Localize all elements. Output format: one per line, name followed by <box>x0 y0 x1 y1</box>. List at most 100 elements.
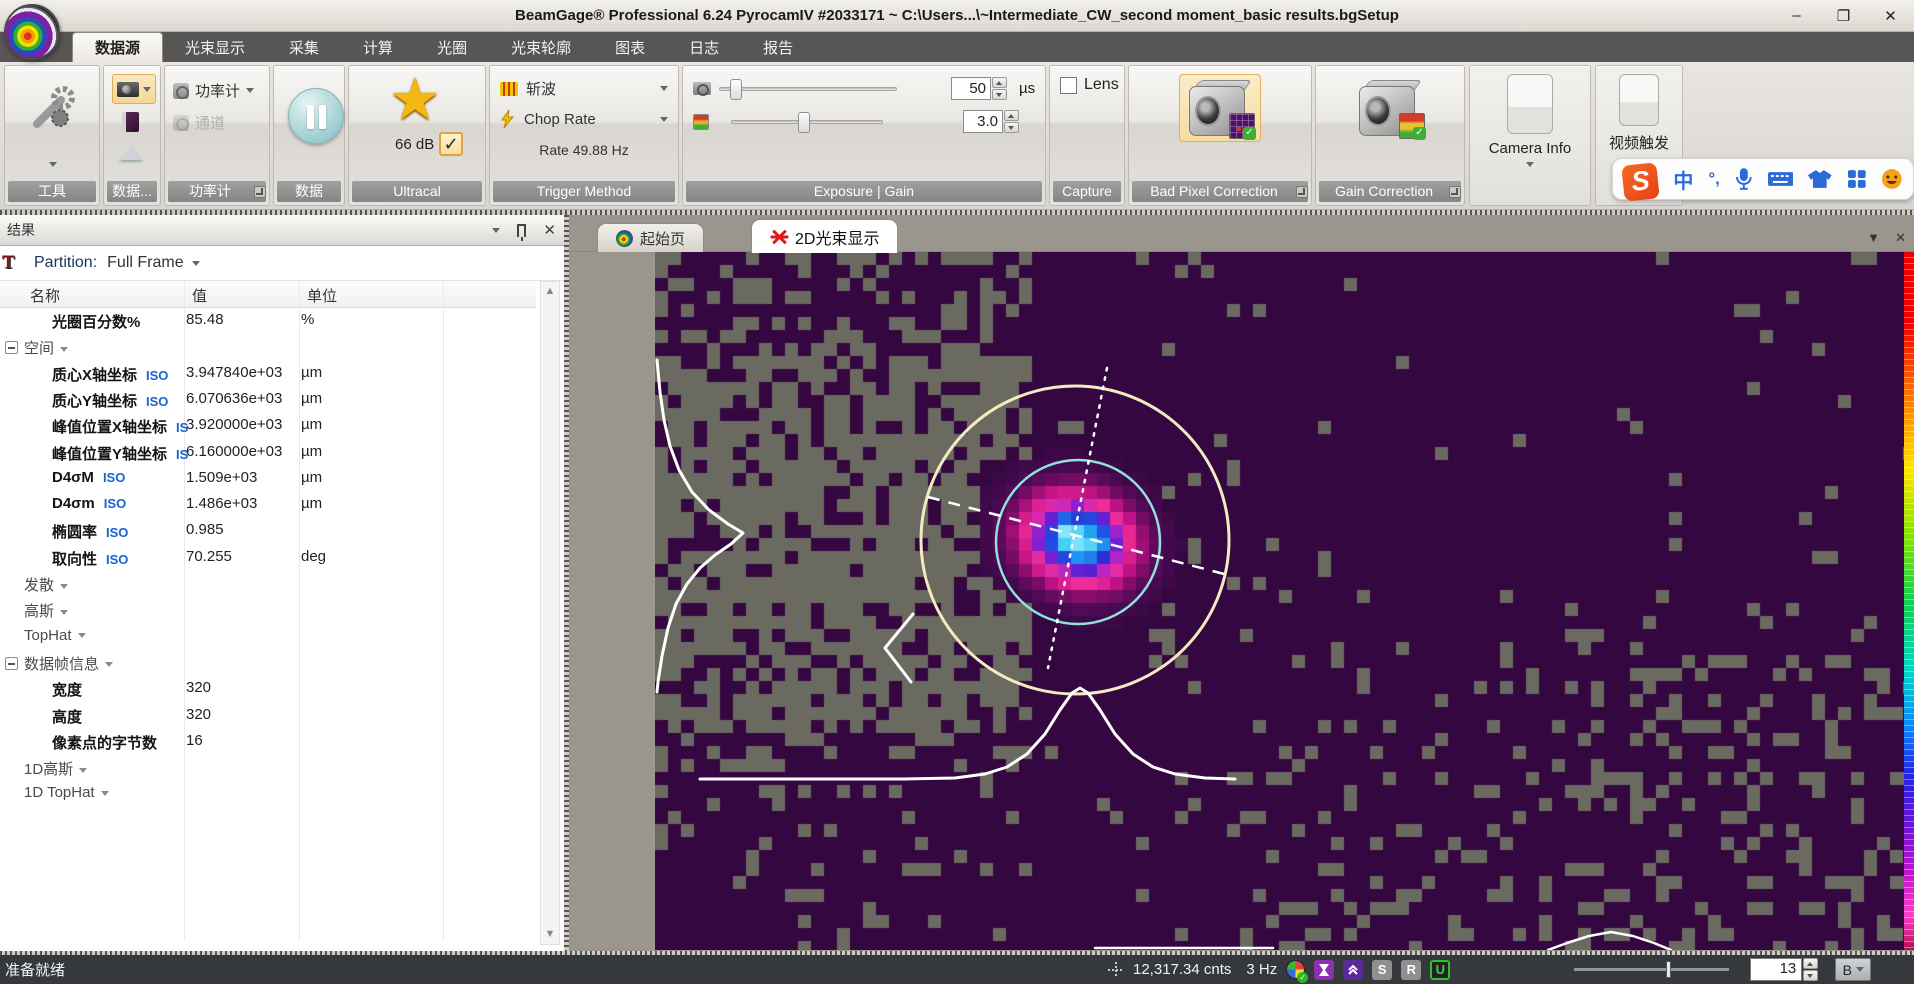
wrench-gear-icon[interactable] <box>27 84 79 136</box>
scroll-down-icon[interactable]: ▼ <box>542 926 558 943</box>
gain-slider-thumb[interactable] <box>798 112 810 133</box>
ime-punctuation-toggle[interactable]: °, <box>1708 169 1720 189</box>
lens-checkbox[interactable] <box>1060 77 1077 94</box>
result-row-4[interactable]: 峰值位置X轴坐标IS3.920000e+03µm <box>0 413 536 439</box>
chop-dropdown-arrow[interactable] <box>660 86 668 91</box>
result-row-15[interactable]: 高度320 <box>0 703 536 729</box>
prism-source-icon[interactable] <box>119 146 143 160</box>
exposure-slider-thumb[interactable] <box>730 79 742 100</box>
group-row-label[interactable]: 1D高斯 <box>24 758 87 779</box>
ultracal-star-icon[interactable]: ★ <box>389 70 441 130</box>
menu-tab-0[interactable]: 数据源 <box>72 32 163 62</box>
group-label-exposure-gain[interactable]: Exposure | Gain <box>686 181 1042 202</box>
power-meter-dialog-launcher[interactable] <box>254 186 266 198</box>
chop-rate-dropdown-arrow[interactable] <box>660 117 668 122</box>
column-value[interactable]: 值 <box>192 285 207 306</box>
beam-image-canvas[interactable] <box>655 252 1904 950</box>
chop-rate-item[interactable]: Chop Rate <box>500 110 668 128</box>
gain-spin-up[interactable] <box>1004 110 1019 121</box>
menu-tab-7[interactable]: 日志 <box>667 32 741 62</box>
panel-menu-arrow-icon[interactable] <box>492 228 500 233</box>
collapse-expander-icon[interactable] <box>5 341 18 354</box>
group-label-power-meter[interactable]: 功率计 <box>168 181 266 202</box>
s-status-badge[interactable]: S <box>1372 960 1392 980</box>
tab-2d-beam-display[interactable]: 2D光束显示 <box>751 219 898 253</box>
group-label-tools[interactable]: 工具 <box>8 181 96 202</box>
group-label-data[interactable]: 数据 <box>277 181 341 202</box>
color-scale-bar[interactable] <box>1904 252 1914 950</box>
gain-slider[interactable] <box>731 120 883 124</box>
u-status-badge[interactable]: U <box>1430 960 1450 980</box>
group-dropdown-arrow[interactable] <box>78 633 86 638</box>
gain-value-input[interactable]: 3.0 <box>963 110 1003 133</box>
result-row-8[interactable]: 椭圆率ISO0.985 <box>0 518 536 544</box>
minimize-button[interactable]: – <box>1773 0 1820 31</box>
power-meter-dropdown-arrow[interactable] <box>246 88 254 93</box>
column-name[interactable]: 名称 <box>30 285 60 306</box>
menu-tab-2[interactable]: 采集 <box>267 32 341 62</box>
chop-item[interactable]: 斩波 <box>500 78 668 99</box>
menu-tab-5[interactable]: 光束轮廓 <box>489 32 593 62</box>
pin-icon[interactable] <box>517 224 526 237</box>
menu-tab-6[interactable]: 图表 <box>593 32 667 62</box>
microphone-icon[interactable] <box>1735 167 1753 191</box>
beam-display-2d[interactable] <box>655 252 1904 950</box>
gain-spin-down[interactable] <box>1004 122 1019 133</box>
sogou-logo-icon[interactable]: S <box>1621 162 1660 202</box>
result-row-5[interactable]: 峰值位置Y轴坐标IS6.160000e+03µm <box>0 440 536 466</box>
result-row-3[interactable]: 质心Y轴坐标ISO6.070636e+03µm <box>0 387 536 413</box>
maximize-button[interactable]: ❐ <box>1820 0 1867 31</box>
close-button[interactable]: ✕ <box>1867 0 1914 31</box>
group-label-bad-pixel[interactable]: Bad Pixel Correction <box>1132 181 1308 202</box>
results-panel-header[interactable]: 结果 ✕ <box>0 215 564 246</box>
menu-tab-1[interactable]: 光束显示 <box>163 32 267 62</box>
group-dropdown-arrow[interactable] <box>60 347 68 352</box>
exposure-slider[interactable] <box>719 87 897 91</box>
group-dropdown-arrow[interactable] <box>101 791 109 796</box>
bad-pixel-correction-button[interactable]: ✓ <box>1179 74 1261 142</box>
result-row-1[interactable]: 空间 <box>0 334 536 360</box>
zoom-spin-down[interactable] <box>1803 970 1818 981</box>
tools-dropdown-arrow[interactable] <box>49 162 57 167</box>
channel-item[interactable]: 通道 <box>173 112 225 133</box>
camera-info-dropdown-arrow[interactable] <box>1526 162 1534 167</box>
group-row-label[interactable]: 高斯 <box>24 600 68 621</box>
result-row-2[interactable]: 质心X轴坐标ISO3.947840e+03µm <box>0 361 536 387</box>
panel-close-icon[interactable]: ✕ <box>543 215 556 246</box>
file-source-icon[interactable] <box>122 112 139 132</box>
result-row-14[interactable]: 宽度320 <box>0 676 536 702</box>
gain-correction-dialog-launcher[interactable] <box>1449 186 1461 198</box>
group-row-label[interactable]: 发散 <box>24 574 68 595</box>
r-status-badge[interactable]: R <box>1401 960 1421 980</box>
hourglass-status-icon[interactable] <box>1314 960 1334 980</box>
group-label-data-source[interactable]: 数据... <box>107 181 157 202</box>
zoom-slider-thumb[interactable] <box>1666 961 1671 978</box>
priority-chevrons-icon[interactable] <box>1343 960 1363 980</box>
partition-value[interactable]: Full Frame <box>107 254 183 272</box>
result-row-13[interactable]: 数据帧信息 <box>0 650 536 676</box>
menu-tab-8[interactable]: 报告 <box>741 32 815 62</box>
collapse-expander-icon[interactable] <box>5 657 18 670</box>
tab-list-chevron-icon[interactable]: ▼ <box>1867 230 1880 245</box>
group-label-ultracal[interactable]: Ultracal <box>352 181 482 202</box>
group-row-label[interactable]: 空间 <box>24 337 68 358</box>
column-unit[interactable]: 单位 <box>307 285 337 306</box>
zoom-slider[interactable] <box>1574 968 1729 971</box>
result-row-12[interactable]: TopHat <box>0 624 536 650</box>
camera-dropdown-arrow[interactable] <box>143 87 151 92</box>
b-dropdown[interactable]: B <box>1835 958 1871 981</box>
group-dropdown-arrow[interactable] <box>60 584 68 589</box>
result-row-18[interactable]: 1D TopHat <box>0 781 536 807</box>
beamgage-logo-icon[interactable] <box>4 4 60 60</box>
result-row-9[interactable]: 取向性ISO70.255deg <box>0 545 536 571</box>
result-row-11[interactable]: 高斯 <box>0 597 536 623</box>
emoji-icon[interactable] <box>1881 168 1903 190</box>
group-row-label[interactable]: TopHat <box>24 627 86 644</box>
lens-option[interactable]: Lens <box>1060 76 1119 94</box>
group-row-label[interactable]: 1D TopHat <box>24 784 109 801</box>
group-row-label[interactable]: 数据帧信息 <box>24 653 113 674</box>
exposure-value-input[interactable]: 50 <box>951 77 991 100</box>
menu-tab-4[interactable]: 光圈 <box>415 32 489 62</box>
result-row-10[interactable]: 发散 <box>0 571 536 597</box>
partition-dropdown-arrow[interactable] <box>192 261 200 266</box>
